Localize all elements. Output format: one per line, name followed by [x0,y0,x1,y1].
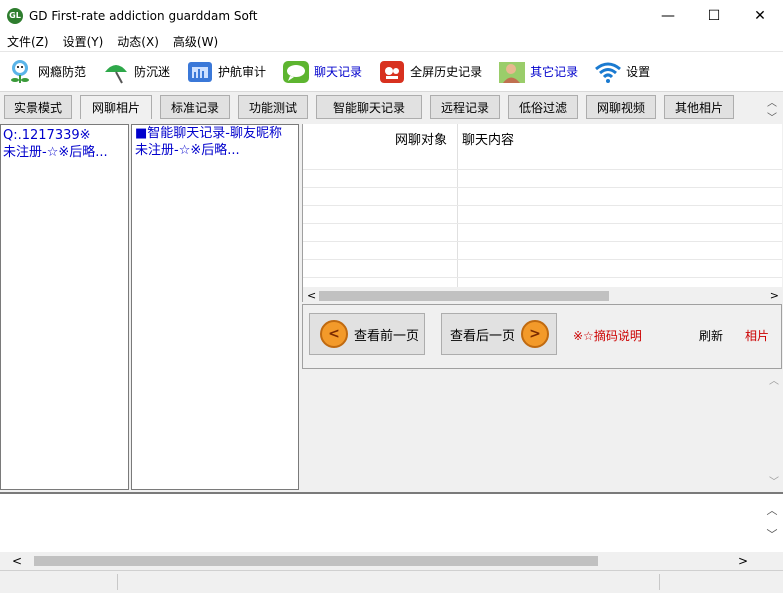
bottom-text-panel[interactable]: ︿ ﹀ < > [0,492,783,570]
status-section [120,574,660,590]
chevron-down-icon[interactable]: ﹀ [767,109,777,124]
tool-label: 其它记录 [530,65,579,79]
tool-other-records[interactable]: 其它记录 [492,58,578,86]
page-navigation: < 查看前一页 查看后一页 > ※☆摘码说明 刷新 相片 [302,304,782,369]
bottom-horizontal-scrollbar[interactable]: < > [0,552,783,570]
maximize-button[interactable]: ☐ [691,0,737,31]
close-button[interactable]: ✕ [737,0,783,31]
title-bar: GL GD First-rate addiction guarddam Soft… [0,0,783,31]
table-row[interactable] [303,206,782,224]
menu-file[interactable]: 文件(Z) [0,33,56,50]
app-logo-icon: GL [7,7,23,24]
list-item[interactable]: 未注册-☆※后略... [135,142,298,159]
code-description-link[interactable]: ※☆摘码说明 [573,327,642,344]
tab-other-photos[interactable]: 其他相片 [664,95,734,119]
chevron-left-icon[interactable]: < [307,289,316,302]
tool-label: 设置 [626,65,651,79]
monitor-chart-icon [186,58,214,86]
window-title: GD First-rate addiction guarddam Soft [29,8,258,23]
status-bar [0,570,783,593]
grid-header: 网聊对象 聊天内容 [303,124,782,152]
middle-list-panel[interactable]: ■智能聊天记录-聊友昵称 未注册-☆※后略... [131,124,299,490]
table-row[interactable] [303,242,782,260]
tool-chat-records[interactable]: 聊天记录 [276,58,362,86]
list-item[interactable]: Q:.1217339※ [3,127,128,144]
chat-bubble-icon [282,58,310,86]
umbrella-icon [102,58,130,86]
next-page-label: 查看后一页 [450,328,516,344]
tool-settings[interactable]: 设置 [588,58,650,86]
grid-horizontal-scrollbar[interactable]: < > [303,287,783,303]
chevron-up-icon[interactable]: ︿ [767,502,778,518]
tab-vulgar-filter[interactable]: 低俗过滤 [508,95,578,119]
toolbar: 网瘾防范 防沉迷 护航审计 聊天记录 全屏历史记录 其它记录 设置 [0,51,783,91]
left-list-panel[interactable]: Q:.1217339※ 未注册-☆※后略... [0,124,129,490]
tool-anti-addiction[interactable]: 防沉迷 [96,58,170,86]
flower-icon [6,58,34,86]
bottom-vertical-scroll[interactable]: ︿ ﹀ [765,502,779,542]
tool-fullscreen-history[interactable]: 全屏历史记录 [372,58,482,86]
photo-person-icon [498,58,526,86]
previous-page-label: 查看前一页 [354,328,420,344]
scrollbar-thumb[interactable] [319,291,609,301]
chevron-left-icon[interactable]: < [12,554,22,568]
menu-settings[interactable]: 设置(Y) [56,33,111,50]
status-section [0,574,118,590]
arrow-left-icon: < [320,320,348,348]
tab-chat-video[interactable]: 网聊视频 [586,95,656,119]
tool-escort-audit[interactable]: 护航审计 [180,58,266,86]
chevron-up-icon[interactable]: ︿ [769,372,779,387]
photos-link[interactable]: 相片 [745,327,769,344]
tool-label: 防沉迷 [134,65,171,79]
previous-page-button[interactable]: < 查看前一页 [309,313,425,355]
chevron-right-icon[interactable]: > [738,554,748,568]
tab-chat-photos[interactable]: 网聊相片 [80,95,152,119]
tab-bar: 实景模式 网聊相片 标准记录 功能测试 智能聊天记录 远程记录 低俗过滤 网聊视… [0,91,783,124]
arrow-right-icon: > [521,320,550,348]
tab-live-mode[interactable]: 实景模式 [4,95,72,119]
tab-function-test[interactable]: 功能测试 [238,95,308,119]
tab-smart-chat-records[interactable]: 智能聊天记录 [316,95,422,119]
right-vertical-scrollbar[interactable]: ︿ ﹀ [766,370,782,490]
refresh-link[interactable]: 刷新 [699,327,723,344]
tool-label: 聊天记录 [314,65,363,79]
tool-label: 护航审计 [218,65,267,79]
tab-standard-records[interactable]: 标准记录 [160,95,230,119]
table-row[interactable] [303,152,782,170]
table-row[interactable] [303,224,782,242]
tool-addiction-prevention[interactable]: 网瘾防范 [0,58,86,86]
chat-grid[interactable]: 网聊对象 聊天内容 < > [302,124,783,303]
chevron-down-icon[interactable]: ﹀ [769,473,779,488]
menu-dynamic[interactable]: 动态(X) [110,33,166,50]
tab-scroll-control[interactable]: ︿ ﹀ [765,94,779,124]
scrollbar-thumb[interactable] [34,556,598,566]
column-header-chat-target[interactable]: 网聊对象 [395,129,447,148]
menu-advanced[interactable]: 高级(W) [166,33,225,50]
next-page-button[interactable]: 查看后一页 > [441,313,557,355]
wifi-icon [594,58,622,86]
tab-remote-records[interactable]: 远程记录 [430,95,500,119]
list-item[interactable]: 未注册-☆※后略... [3,144,128,161]
tool-label: 全屏历史记录 [410,65,483,79]
tool-label: 网瘾防范 [38,65,87,79]
table-row[interactable] [303,170,782,188]
camera-icon [378,58,406,86]
chevron-up-icon[interactable]: ︿ [767,94,777,109]
minimize-button[interactable]: — [645,0,691,31]
chevron-down-icon[interactable]: ﹀ [767,526,778,542]
chevron-right-icon[interactable]: > [770,289,779,302]
menu-bar: 文件(Z) 设置(Y) 动态(X) 高级(W) [0,31,783,51]
table-row[interactable] [303,188,782,206]
list-item[interactable]: ■智能聊天记录-聊友昵称 [135,125,298,142]
column-header-chat-content[interactable]: 聊天内容 [462,129,514,148]
table-row[interactable] [303,260,782,278]
